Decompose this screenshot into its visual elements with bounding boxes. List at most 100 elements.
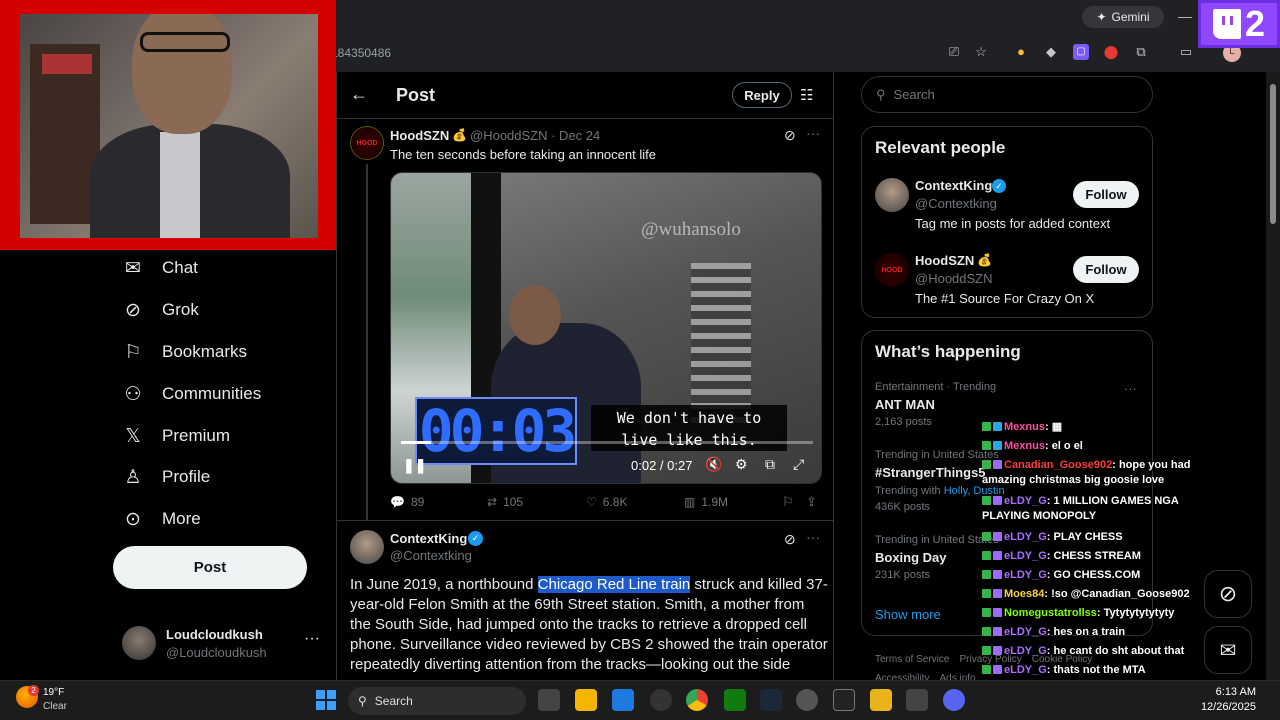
chat-text: : Tytytytytytyty: [1096, 607, 1175, 619]
grok-icon[interactable]: ⊘: [784, 531, 796, 548]
chat-badge-icon: [993, 608, 1002, 617]
extension-diamond-icon[interactable]: ◆: [1043, 44, 1059, 60]
trend-name[interactable]: Boxing Day: [875, 550, 947, 565]
gemini-button[interactable]: ✦ Gemini: [1082, 6, 1164, 28]
bookmark-icon[interactable]: ⚐: [782, 494, 794, 510]
twitch-overlay: 2: [1198, 0, 1280, 48]
taskbar-search[interactable]: ⚲ Search: [348, 687, 526, 715]
pause-icon[interactable]: ❚❚: [403, 457, 426, 474]
avatar[interactable]: HOOD: [875, 253, 909, 287]
chat-badge-icon: [993, 570, 1002, 579]
obs-icon[interactable]: [650, 689, 672, 711]
twitch-count: 2: [1244, 3, 1266, 44]
back-arrow-icon[interactable]: ←: [350, 84, 368, 105]
extension-red-icon[interactable]: ⬤: [1103, 44, 1119, 60]
avatar[interactable]: [875, 178, 909, 212]
nav-item-grok[interactable]: ⊘ Grok: [122, 296, 199, 324]
show-more-link[interactable]: Show more: [875, 607, 941, 622]
author-handle[interactable]: @HooddSZN · Dec 24: [470, 128, 600, 143]
xbox-icon[interactable]: [724, 689, 746, 711]
video-progress-bar[interactable]: [401, 441, 813, 444]
page-title: Post: [396, 85, 436, 105]
store-icon[interactable]: [612, 689, 634, 711]
gear-icon[interactable]: ⚙: [735, 456, 748, 473]
search-box[interactable]: ⚲: [861, 76, 1153, 113]
person-name[interactable]: HoodSZN: [915, 253, 974, 268]
avatar[interactable]: [350, 530, 384, 564]
video-timer-overlay: 00:03: [415, 397, 577, 465]
like-stat[interactable]: ♡ 6.8K: [586, 495, 627, 509]
chat-text: : CHESS STREAM: [1046, 550, 1141, 562]
person-handle[interactable]: @Contextking: [915, 196, 997, 211]
clock-time[interactable]: 6:13 AM: [1196, 686, 1256, 698]
sidebar-icon[interactable]: ▭: [1178, 44, 1194, 60]
nav-item-communities[interactable]: ⚇ Communities: [122, 380, 261, 408]
reply-stat[interactable]: 💬 89: [390, 495, 424, 509]
verified-badge-icon: ✓: [468, 531, 483, 546]
search-icon: ⚲: [358, 694, 367, 708]
app-icon[interactable]: [870, 689, 892, 711]
epic-games-icon[interactable]: [833, 689, 855, 711]
more-icon[interactable]: ···: [806, 529, 820, 545]
footer-link[interactable]: Terms of Service: [875, 654, 949, 665]
scrollbar-thumb[interactable]: [1270, 84, 1276, 224]
app-icon[interactable]: [906, 689, 928, 711]
nav-item-premium[interactable]: 𝕏 Premium: [122, 422, 230, 450]
author-handle[interactable]: @Contextking: [390, 548, 472, 563]
more-icon[interactable]: ···: [806, 125, 820, 141]
nav-item-chat[interactable]: ✉ Chat: [122, 254, 198, 282]
follow-button[interactable]: Follow: [1073, 181, 1139, 208]
reply-button[interactable]: Reply: [732, 82, 792, 108]
person-bio: The #1 Source For Crazy On X: [915, 291, 1095, 306]
account-switcher[interactable]: Loudcloudkush @Loudcloudkush ···: [122, 624, 322, 664]
extension-color-icon[interactable]: ●: [1013, 44, 1029, 60]
avatar[interactable]: HOOD: [350, 126, 384, 160]
follow-button[interactable]: Follow: [1073, 256, 1139, 283]
thread-line: [366, 164, 368, 520]
person-handle[interactable]: @HooddSZN: [915, 271, 993, 286]
extensions-puzzle-icon[interactable]: ⧉: [1133, 44, 1149, 60]
install-icon[interactable]: ⎚: [946, 44, 962, 60]
video-time: 0:02 / 0:27: [631, 458, 693, 473]
clock-date[interactable]: 12/26/2025: [1186, 701, 1256, 713]
chat-badge-icon: [993, 532, 1002, 541]
author-name[interactable]: HoodSZN: [390, 128, 449, 143]
chat-badge-icon: [993, 441, 1002, 450]
author-name[interactable]: ContextKing: [390, 531, 467, 546]
trend-name[interactable]: #StrangerThings5: [875, 465, 986, 480]
windows-start-icon[interactable]: [316, 690, 336, 710]
steam-icon[interactable]: [760, 689, 782, 711]
repost-stat[interactable]: ⇄ 105: [487, 495, 523, 509]
chat-username: eLDY_G: [1004, 531, 1047, 543]
minimize-button[interactable]: —: [1178, 8, 1192, 24]
task-view-icon[interactable]: [538, 689, 560, 711]
verified-badge-icon: ✓: [992, 179, 1006, 193]
settings-sliders-icon[interactable]: ☷: [800, 86, 813, 104]
mute-icon[interactable]: 🔇: [705, 456, 722, 473]
more-icon[interactable]: ···: [1124, 381, 1137, 396]
video-player[interactable]: @wuhansolo 00:03 We don't have to live l…: [390, 172, 822, 484]
grok-icon[interactable]: ⊘: [784, 127, 796, 144]
trend-name[interactable]: ANT MAN: [875, 397, 935, 412]
person-name[interactable]: ContextKing: [915, 178, 992, 193]
weather-temp: 19°F: [43, 687, 65, 698]
nav-item-more[interactable]: ⊙ More: [122, 505, 201, 533]
search-input[interactable]: [893, 87, 1134, 102]
fullscreen-icon[interactable]: ⤢: [793, 456, 804, 473]
nav-item-profile[interactable]: ♙ Profile: [122, 463, 210, 491]
views-stat[interactable]: ▥ 1.9M: [684, 495, 728, 509]
picture-in-picture-icon[interactable]: ⧉: [765, 456, 775, 473]
discord-icon[interactable]: [943, 689, 965, 711]
file-explorer-icon[interactable]: [575, 689, 597, 711]
chrome-icon[interactable]: [686, 689, 708, 711]
communities-icon: ⚇: [124, 383, 142, 405]
app-icon[interactable]: [796, 689, 818, 711]
extension-purple-icon[interactable]: ▢: [1073, 44, 1089, 60]
nav-item-bookmarks[interactable]: ⚐ Bookmarks: [122, 338, 247, 366]
money-bag-icon: 💰: [977, 253, 992, 267]
chat-badge-icon: [982, 589, 991, 598]
share-icon[interactable]: ⇪: [806, 494, 817, 510]
star-icon[interactable]: ☆: [973, 44, 989, 60]
chat-text: : el o el: [1044, 440, 1083, 452]
post-button[interactable]: Post: [113, 546, 307, 589]
